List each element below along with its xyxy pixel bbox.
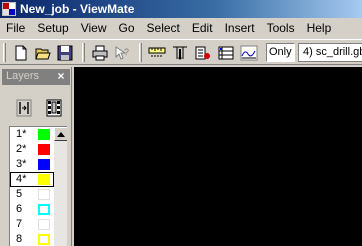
layer-number: 1*	[16, 128, 27, 140]
main-toolbar: ? Only 4) sc_drill.gbr	[0, 39, 362, 65]
close-icon[interactable]: ×	[55, 69, 67, 84]
menu-file[interactable]: File	[0, 19, 31, 38]
toolbar-separator	[82, 43, 85, 62]
layers-panel: Layers × 1* 2* 3* 4* 5 6 7 8	[0, 67, 72, 246]
layer-color-swatch[interactable]	[38, 174, 50, 185]
toolbar-grip[interactable]	[3, 43, 6, 62]
help-pointer-icon[interactable]: ?	[111, 43, 133, 63]
menu-select[interactable]: Select	[141, 19, 186, 38]
window-title: New_job - ViewMate	[20, 2, 135, 16]
layer-row-5[interactable]: 5	[10, 187, 54, 202]
print-icon[interactable]	[89, 43, 111, 63]
layer-color-swatch[interactable]	[38, 189, 50, 200]
menu-go[interactable]: Go	[113, 19, 141, 38]
layer-list[interactable]: 1* 2* 3* 4* 5 6 7 8	[9, 126, 67, 246]
viewmate-app-icon[interactable]	[2, 2, 16, 16]
layer-stack-icon[interactable]	[215, 43, 237, 63]
layer-film-icon[interactable]	[42, 97, 66, 119]
drill-tool-icon[interactable]	[169, 43, 191, 63]
layer-row-4-selected[interactable]: 4*	[10, 172, 54, 187]
layer-row-7[interactable]: 7	[10, 217, 54, 232]
layer-number: 4*	[16, 173, 27, 185]
layer-number: 2*	[16, 143, 27, 155]
menu-view[interactable]: View	[75, 19, 113, 38]
menu-insert[interactable]: Insert	[219, 19, 261, 38]
layer-number: 7	[16, 218, 23, 230]
menu-bar: File Setup View Go Select Edit Insert To…	[0, 19, 362, 38]
drawing-canvas[interactable]	[74, 67, 362, 246]
layer-color-swatch[interactable]	[38, 204, 50, 215]
menu-edit[interactable]: Edit	[186, 19, 219, 38]
layers-panel-header: Layers ×	[2, 69, 70, 85]
layer-import-icon[interactable]	[12, 97, 36, 119]
layer-number: 8	[16, 233, 23, 245]
layer-row-3[interactable]: 3*	[10, 157, 54, 172]
new-file-icon[interactable]	[10, 43, 32, 63]
title-bar: New_job - ViewMate	[0, 0, 362, 18]
layer-edit-icon[interactable]	[192, 43, 214, 63]
svg-text:?: ?	[124, 47, 129, 57]
layer-number: 3*	[16, 158, 27, 170]
active-layer-dropdown[interactable]: 4) sc_drill.gbr	[298, 43, 362, 62]
layer-color-swatch[interactable]	[38, 129, 50, 140]
layer-row-2[interactable]: 2*	[10, 142, 54, 157]
layer-row-8[interactable]: 8	[10, 232, 54, 246]
menu-setup[interactable]: Setup	[31, 19, 74, 38]
layer-number: 6	[16, 203, 23, 215]
menu-tools[interactable]: Tools	[261, 19, 301, 38]
menu-help[interactable]: Help	[301, 19, 338, 38]
layer-color-swatch[interactable]	[38, 144, 50, 155]
graph-wave-icon[interactable]	[238, 43, 260, 63]
layer-color-swatch[interactable]	[38, 159, 50, 170]
open-folder-icon[interactable]	[32, 43, 54, 63]
save-disk-icon[interactable]	[54, 43, 76, 63]
layer-list-scrollbar[interactable]	[54, 127, 67, 246]
layer-row-6[interactable]: 6	[10, 202, 54, 217]
layer-number: 5	[16, 188, 23, 200]
toolbar-separator	[139, 43, 142, 62]
measure-ruler-icon[interactable]	[146, 43, 168, 63]
layer-color-swatch[interactable]	[38, 234, 50, 245]
layer-row-1[interactable]: 1*	[10, 127, 54, 142]
layers-panel-title: Layers	[6, 70, 40, 82]
only-filter-field[interactable]: Only	[266, 43, 295, 62]
layer-color-swatch[interactable]	[38, 219, 50, 230]
scroll-up-arrow-icon[interactable]	[54, 127, 67, 141]
